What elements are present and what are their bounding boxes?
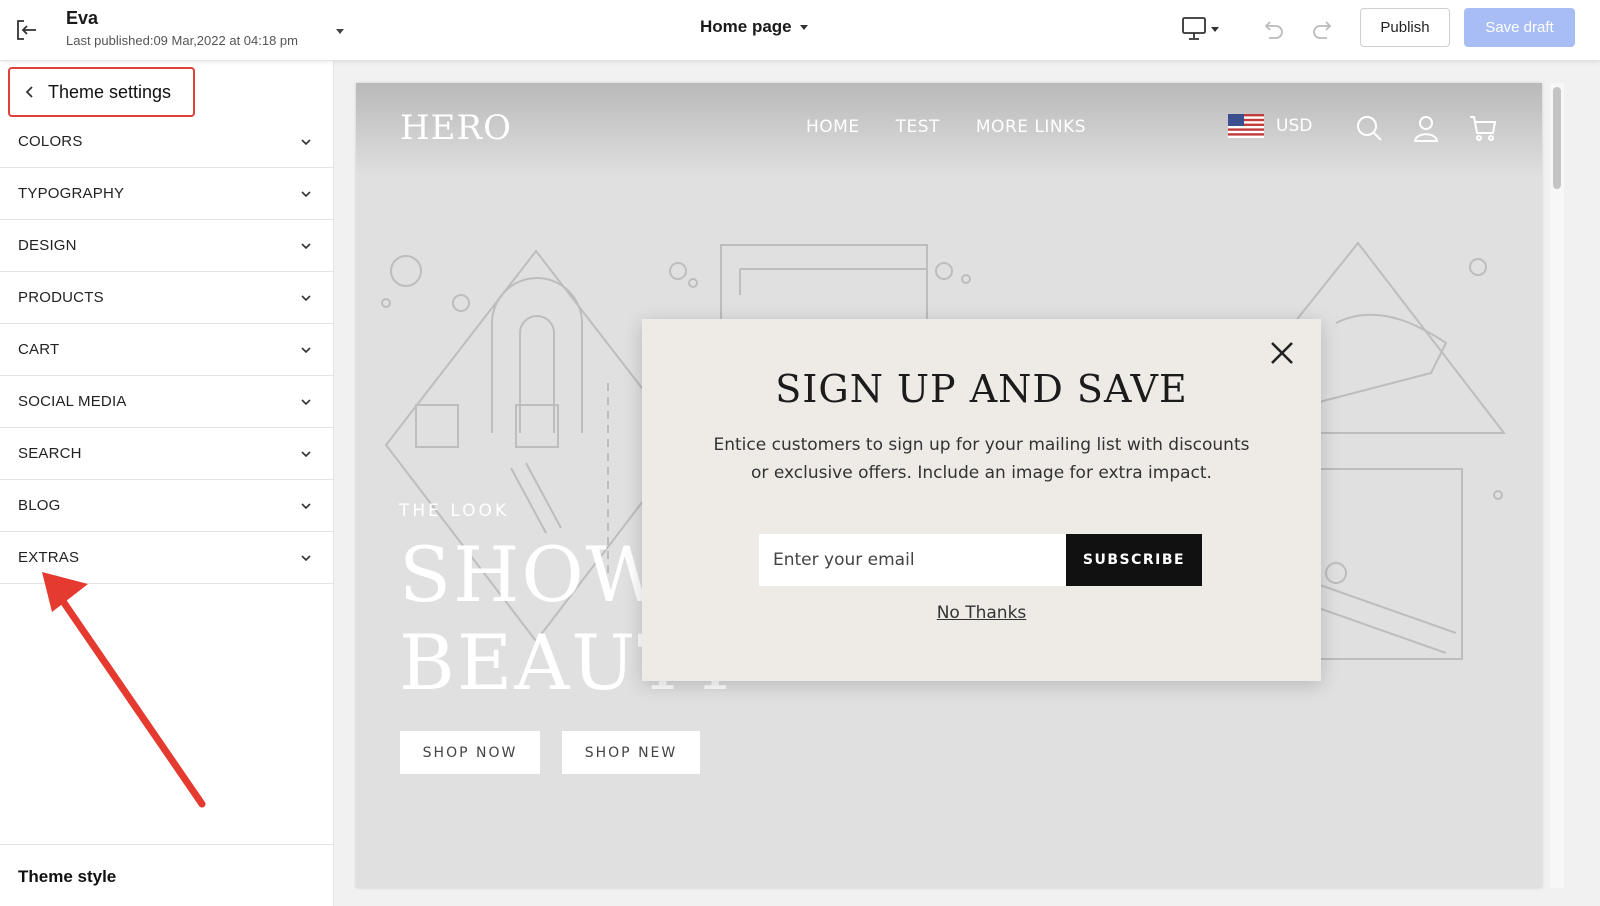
settings-item-typography[interactable]: TYPOGRAPHY <box>0 168 334 220</box>
settings-item-colors[interactable]: COLORS <box>0 116 334 168</box>
no-thanks-link[interactable]: No Thanks <box>642 603 1321 623</box>
top-bar: Eva Last published:09 Mar,2022 at 04:18 … <box>0 0 1600 61</box>
email-field[interactable] <box>759 534 1066 586</box>
cart-icon[interactable] <box>1468 113 1498 143</box>
shop-new-button[interactable]: SHOP NEW <box>562 731 700 774</box>
caret-down-icon[interactable] <box>332 23 348 39</box>
page-selector-label: Home page <box>700 17 792 36</box>
us-flag-icon <box>1228 114 1264 138</box>
account-icon[interactable] <box>1411 113 1441 143</box>
theme-settings-back-button[interactable]: Theme settings <box>8 67 195 117</box>
settings-item-products[interactable]: PRODUCTS <box>0 272 334 324</box>
annotation-arrow-icon <box>42 572 206 808</box>
chevron-left-icon <box>25 86 33 98</box>
settings-item-label: SEARCH <box>18 445 82 462</box>
redo-icon[interactable] <box>1310 16 1336 42</box>
settings-item-label: DESIGN <box>18 237 77 254</box>
currency-selector[interactable]: USD <box>1228 114 1312 138</box>
store-preview[interactable]: HERO HOME TEST MORE LINKS USD THE LOOK S… <box>356 83 1542 888</box>
nav-link-more-links[interactable]: MORE LINKS <box>976 117 1086 137</box>
search-icon[interactable] <box>1354 113 1384 143</box>
publish-button[interactable]: Publish <box>1360 8 1450 47</box>
settings-item-label: CART <box>18 341 60 358</box>
settings-item-label: PRODUCTS <box>18 289 104 306</box>
chevron-down-icon <box>301 398 311 405</box>
settings-item-label: SOCIAL MEDIA <box>18 393 127 410</box>
subscribe-button[interactable]: SUBSCRIBE <box>1066 534 1202 586</box>
chevron-down-icon <box>301 554 311 561</box>
store-logo[interactable]: HERO <box>400 108 512 148</box>
settings-item-label: TYPOGRAPHY <box>18 185 125 202</box>
chevron-down-icon <box>301 450 311 457</box>
undo-icon[interactable] <box>1260 16 1286 42</box>
popup-text: Entice customers to sign up for your mai… <box>713 435 1250 483</box>
settings-item-label: EXTRAS <box>18 549 80 566</box>
settings-list: COLORS TYPOGRAPHY DESIGN PRODUCTS CART S… <box>0 116 334 584</box>
chevron-down-icon <box>301 242 311 249</box>
scroll-thumb[interactable] <box>1553 87 1561 189</box>
hero-eyebrow: THE LOOK <box>399 501 510 521</box>
settings-item-search[interactable]: SEARCH <box>0 428 334 480</box>
newsletter-popup: SIGN UP AND SAVE Entice customers to sig… <box>642 319 1321 681</box>
nav-link-home[interactable]: HOME <box>806 117 860 137</box>
theme-style-section[interactable]: Theme style <box>0 844 334 906</box>
currency-label: USD <box>1276 116 1313 136</box>
settings-item-cart[interactable]: CART <box>0 324 334 376</box>
popup-title: SIGN UP AND SAVE <box>775 367 1188 411</box>
nav-link-test[interactable]: TEST <box>896 117 940 137</box>
close-icon[interactable] <box>1266 337 1298 369</box>
exit-icon[interactable] <box>12 16 40 44</box>
store-name: Eva <box>66 8 99 28</box>
page-selector[interactable]: Home page <box>700 17 810 37</box>
save-draft-button[interactable]: Save draft <box>1464 8 1575 47</box>
chevron-down-icon <box>301 502 311 509</box>
last-published-text: Last published:09 Mar,2022 at 04:18 pm <box>66 33 298 48</box>
theme-settings-sidebar: Theme settings COLORS TYPOGRAPHY DESIGN … <box>0 61 334 906</box>
chevron-down-icon <box>301 346 311 353</box>
store-nav: HOME TEST MORE LINKS <box>806 117 1086 137</box>
caret-down-icon <box>799 25 808 30</box>
settings-item-blog[interactable]: BLOG <box>0 480 334 532</box>
chevron-down-icon <box>301 294 311 301</box>
shop-now-button[interactable]: SHOP NOW <box>400 731 540 774</box>
theme-settings-title: Theme settings <box>48 81 172 102</box>
settings-item-design[interactable]: DESIGN <box>0 220 334 272</box>
settings-item-extras[interactable]: EXTRAS <box>0 532 334 584</box>
chevron-down-icon <box>301 190 311 197</box>
desktop-icon[interactable] <box>1180 15 1224 43</box>
settings-item-label: BLOG <box>18 497 61 514</box>
theme-style-label: Theme style <box>18 867 117 886</box>
preview-scrollbar[interactable] <box>1550 83 1564 888</box>
settings-item-social-media[interactable]: SOCIAL MEDIA <box>0 376 334 428</box>
chevron-down-icon <box>301 138 311 145</box>
settings-item-label: COLORS <box>18 133 83 150</box>
preview-area: HERO HOME TEST MORE LINKS USD THE LOOK S… <box>334 61 1600 906</box>
